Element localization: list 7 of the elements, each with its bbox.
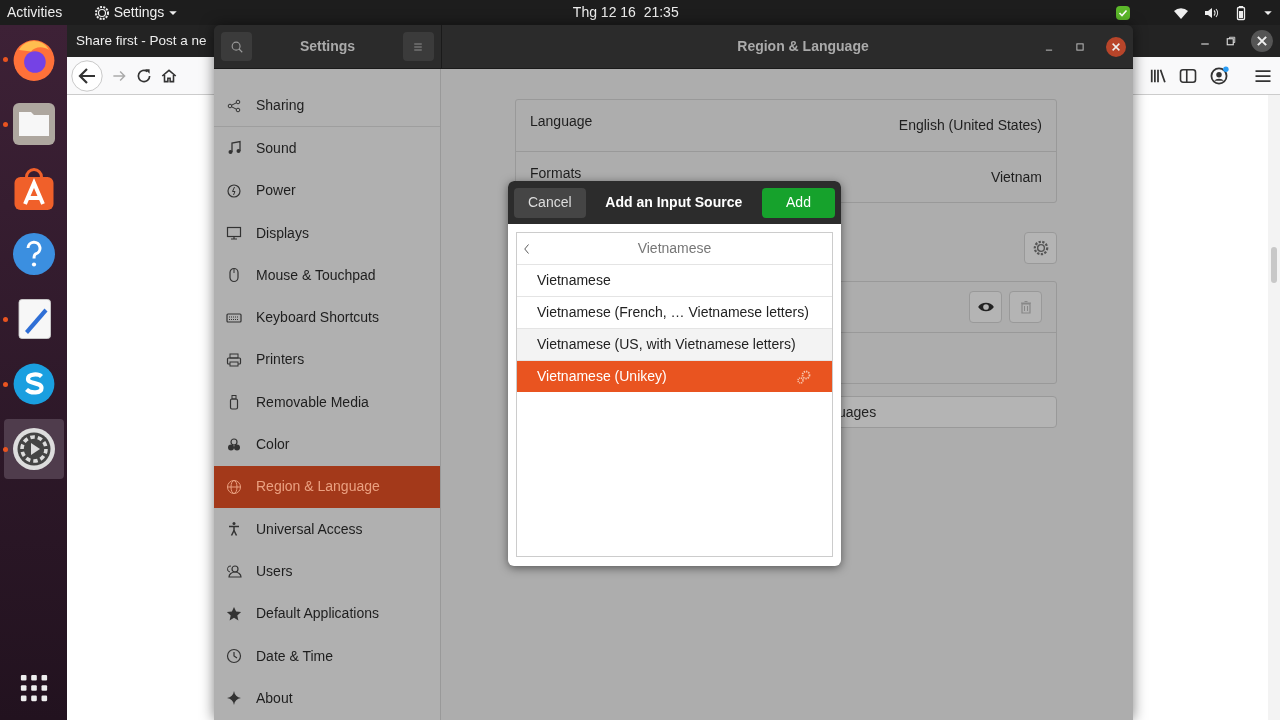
page-title: Region & Language (736, 37, 870, 56)
row-label: Language (530, 113, 593, 129)
row-value: Vietnam (990, 167, 1042, 187)
row-label: Formats (530, 165, 582, 181)
search-text: Vietnamese (636, 239, 713, 258)
window-title: Settings (299, 37, 356, 56)
row-value: English (United States) (898, 116, 1042, 135)
